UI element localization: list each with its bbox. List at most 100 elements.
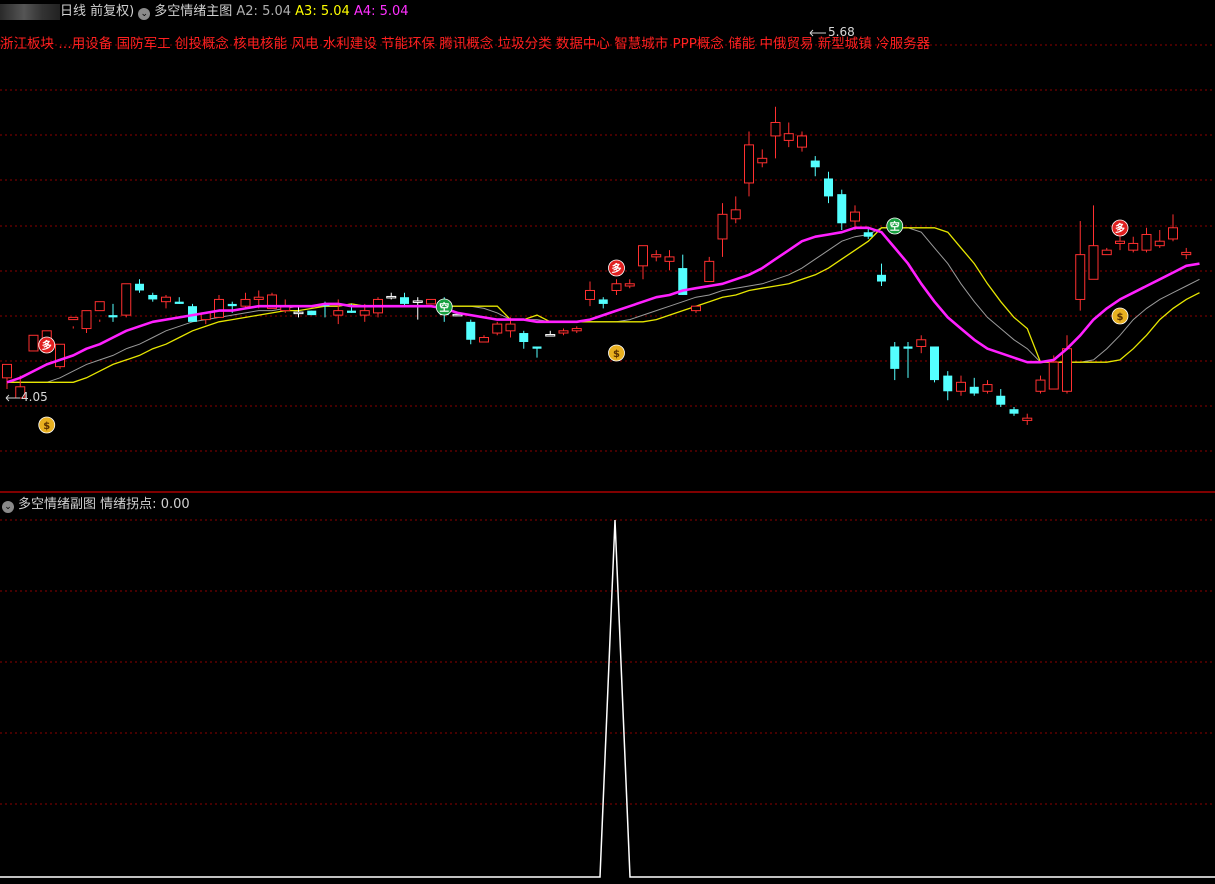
- sub-grid-lines: [0, 519, 1215, 805]
- candle: [704, 256, 715, 283]
- candle: [214, 294, 224, 318]
- short-signal-marker-text: 空: [439, 301, 449, 314]
- candle-body: [135, 283, 144, 291]
- candle: [783, 122, 794, 148]
- candle: [837, 189, 847, 230]
- candle-body: [664, 256, 675, 262]
- candle: [1009, 406, 1019, 416]
- candle: [810, 156, 820, 177]
- candle-body: [770, 121, 781, 137]
- candle-body: [930, 346, 939, 381]
- candle: [1101, 247, 1112, 256]
- candle: [68, 316, 79, 329]
- long-signal-marker: 多: [1111, 219, 1129, 237]
- candle-body: [969, 386, 979, 394]
- money-bag-text: $: [43, 421, 50, 432]
- a4-value: 5.04: [379, 4, 409, 19]
- candle-body: [1075, 254, 1086, 300]
- candle-body: [571, 328, 582, 332]
- candle: [28, 334, 39, 352]
- candle: [1128, 236, 1139, 253]
- grid-lines: [0, 44, 1215, 452]
- short-signal-marker: 空: [435, 298, 453, 316]
- candle-body: [797, 135, 807, 148]
- candle-body: [877, 274, 886, 282]
- candle: [1168, 214, 1178, 242]
- candle-body: [227, 303, 237, 307]
- money-bag-text: $: [613, 349, 620, 360]
- candle-body: [744, 144, 754, 184]
- candle-body: [532, 346, 542, 349]
- candle-body: [108, 315, 118, 318]
- short-signal-marker: 空: [886, 217, 904, 235]
- candle: [757, 149, 768, 168]
- candle-body: [730, 209, 741, 220]
- candle-body: [1115, 240, 1125, 244]
- candle: [730, 196, 741, 224]
- candle-body: [1141, 233, 1152, 251]
- candle-body: [916, 339, 927, 347]
- candle: [638, 245, 648, 280]
- candle-body: [1048, 361, 1059, 390]
- candle: [558, 328, 569, 336]
- candle: [770, 106, 781, 159]
- candle-body: [333, 310, 344, 316]
- candle: [386, 292, 397, 300]
- chart-canvas[interactable]: 多空多空 多$$$: [0, 0, 1215, 884]
- candle: [426, 298, 436, 305]
- candle: [956, 375, 966, 396]
- long-signal-marker: 多: [608, 259, 625, 277]
- candle: [545, 330, 556, 337]
- candle-body: [638, 245, 648, 267]
- candle: [240, 292, 251, 309]
- candle: [532, 346, 542, 358]
- candle: [161, 294, 171, 309]
- candle-body: [1101, 249, 1112, 256]
- candle-body: [545, 334, 556, 337]
- candle: [598, 297, 608, 309]
- short-signal-marker-text: 空: [890, 220, 900, 233]
- candle: [651, 250, 662, 262]
- sub-line-value: 0.00: [160, 497, 190, 512]
- candle-body: [94, 301, 105, 312]
- candle: [466, 319, 476, 345]
- candle: [624, 279, 635, 289]
- candle-body: [890, 346, 900, 369]
- candle: [1088, 205, 1099, 280]
- money-bag-text: $: [1117, 312, 1124, 323]
- candle: [571, 326, 582, 334]
- candle-body: [585, 289, 595, 300]
- candle: [930, 346, 939, 383]
- candle-body: [1168, 227, 1178, 240]
- period-label[interactable]: 日线 前复权): [60, 4, 134, 19]
- candle-body: [347, 310, 356, 313]
- concept-tags: 浙江板块 …用设备 国防军工 创投概念 核电核能 风电 水利建设 节能环保 腾讯…: [0, 36, 931, 52]
- candle-body: [2, 363, 12, 379]
- sub-indicator-name[interactable]: 多空情绪副图: [18, 497, 96, 512]
- candle: [492, 321, 503, 336]
- candle: [135, 279, 144, 293]
- candle: [174, 297, 184, 304]
- candle-body: [121, 283, 132, 316]
- a2-value: 5.04: [262, 4, 292, 19]
- chevron-down-icon[interactable]: ⌄: [138, 8, 151, 20]
- money-bag-icon: $: [1111, 307, 1129, 325]
- candle: [1154, 230, 1165, 248]
- chevron-down-icon[interactable]: ⌄: [2, 501, 14, 513]
- candle: [400, 292, 409, 307]
- candle: [94, 301, 105, 322]
- signal-markers: 多空多空 多$$$: [38, 217, 1129, 434]
- indicator-name[interactable]: 多空情绪主图: [154, 4, 232, 19]
- candle-body: [519, 333, 529, 342]
- candle-body: [757, 157, 768, 164]
- candle-body: [492, 323, 503, 334]
- candle-body: [1009, 409, 1019, 414]
- a3-label: A3:: [295, 4, 317, 19]
- candle: [1181, 247, 1192, 260]
- candle-body: [1035, 379, 1046, 392]
- candle-body: [426, 298, 436, 305]
- stock-name-blurred: [0, 4, 60, 20]
- a3-value: 5.04: [320, 4, 350, 19]
- candle-body: [558, 330, 569, 334]
- sub-line-label: 情绪拐点:: [100, 497, 157, 512]
